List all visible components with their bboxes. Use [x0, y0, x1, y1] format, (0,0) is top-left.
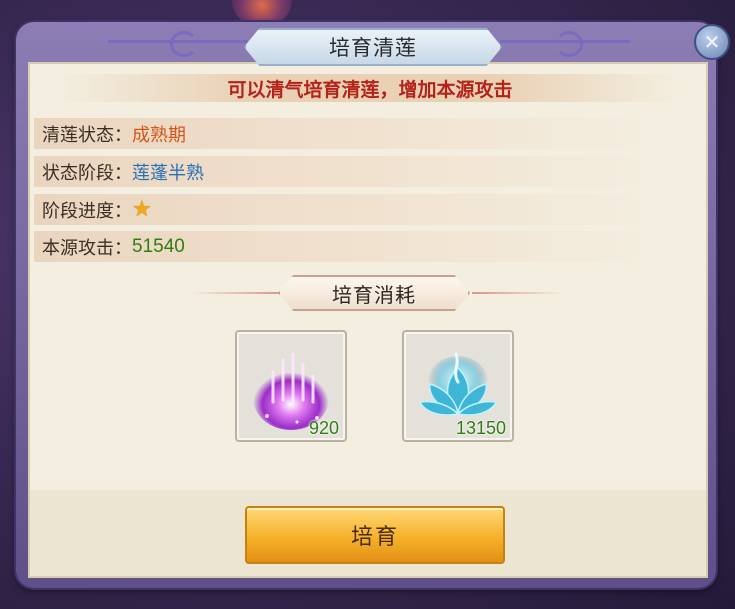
info-label: 本源攻击： — [42, 237, 132, 259]
item-quantity: 920 — [308, 418, 339, 438]
swirl-ornament-left — [170, 31, 198, 57]
state-value: 成熟期 — [132, 124, 186, 146]
attack-value: 51540 — [132, 235, 185, 257]
section-divider-right — [472, 292, 564, 294]
close-x-icon: ✕ — [703, 30, 721, 54]
stage-value: 莲蓬半熟 — [132, 162, 204, 184]
info-row-progress: 阶段进度： ★ — [34, 194, 654, 225]
item-quantity: 13150 — [455, 418, 506, 438]
swirl-ornament-right — [555, 31, 583, 57]
dialog-subtitle: 可以清气培育清莲，增加本源攻击 — [60, 74, 680, 102]
info-label: 清莲状态： — [42, 124, 132, 146]
info-row-state: 清莲状态： 成熟期 — [34, 118, 654, 149]
cultivate-button[interactable]: 培育 — [245, 506, 505, 564]
star-icon: ★ — [132, 197, 152, 222]
close-button[interactable]: ✕ — [694, 24, 730, 60]
cost-item-slot[interactable]: 920 — [235, 330, 347, 442]
section-divider-left — [190, 292, 282, 294]
info-row-stage: 状态阶段： 莲蓬半熟 — [34, 156, 654, 187]
info-label: 状态阶段： — [42, 162, 132, 184]
info-label: 阶段进度： — [42, 200, 132, 222]
cost-item-slot[interactable]: 13150 — [402, 330, 514, 442]
cost-section-title: 培育消耗 — [278, 275, 470, 311]
info-row-attack: 本源攻击： 51540 — [34, 231, 654, 262]
dialog-title: 培育清莲 — [244, 28, 502, 66]
